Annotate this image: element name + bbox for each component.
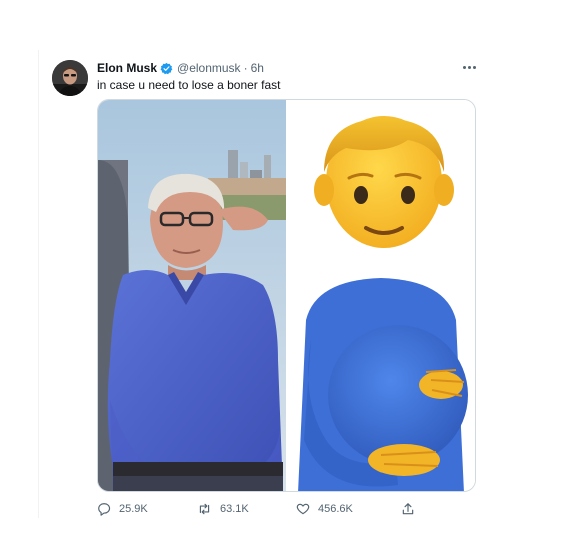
tweet-card[interactable]: Elon Musk @elonmusk · 6h in case u need … [0, 0, 585, 538]
like-button[interactable]: 456.6K [296, 502, 353, 516]
more-options-icon[interactable] [459, 60, 479, 74]
media-emoji[interactable] [286, 100, 475, 491]
retweet-button[interactable]: 63.1K [197, 502, 249, 516]
share-button[interactable] [401, 502, 415, 516]
retweet-count: 63.1K [220, 503, 249, 515]
reply-count: 25.9K [119, 503, 148, 515]
media-photo[interactable] [98, 100, 286, 491]
reply-button[interactable]: 25.9K [97, 502, 148, 516]
divider [38, 50, 39, 518]
like-count: 456.6K [318, 503, 353, 515]
tweet-timestamp[interactable]: 6h [251, 61, 264, 75]
share-icon [401, 502, 415, 516]
author-name[interactable]: Elon Musk [97, 61, 157, 75]
tweet-text: in case u need to lose a boner fast [97, 78, 281, 92]
reply-icon [97, 502, 111, 516]
verified-badge-icon [160, 62, 173, 75]
retweet-icon [197, 502, 212, 516]
separator-dot: · [243, 61, 248, 75]
heart-icon [296, 502, 310, 516]
avatar[interactable] [52, 60, 88, 96]
tweet-header: Elon Musk @elonmusk · 6h [97, 60, 264, 76]
tweet-media[interactable] [97, 99, 476, 492]
author-handle[interactable]: @elonmusk [177, 61, 241, 75]
tweet-actions: 25.9K 63.1K 456.6K [97, 502, 427, 520]
